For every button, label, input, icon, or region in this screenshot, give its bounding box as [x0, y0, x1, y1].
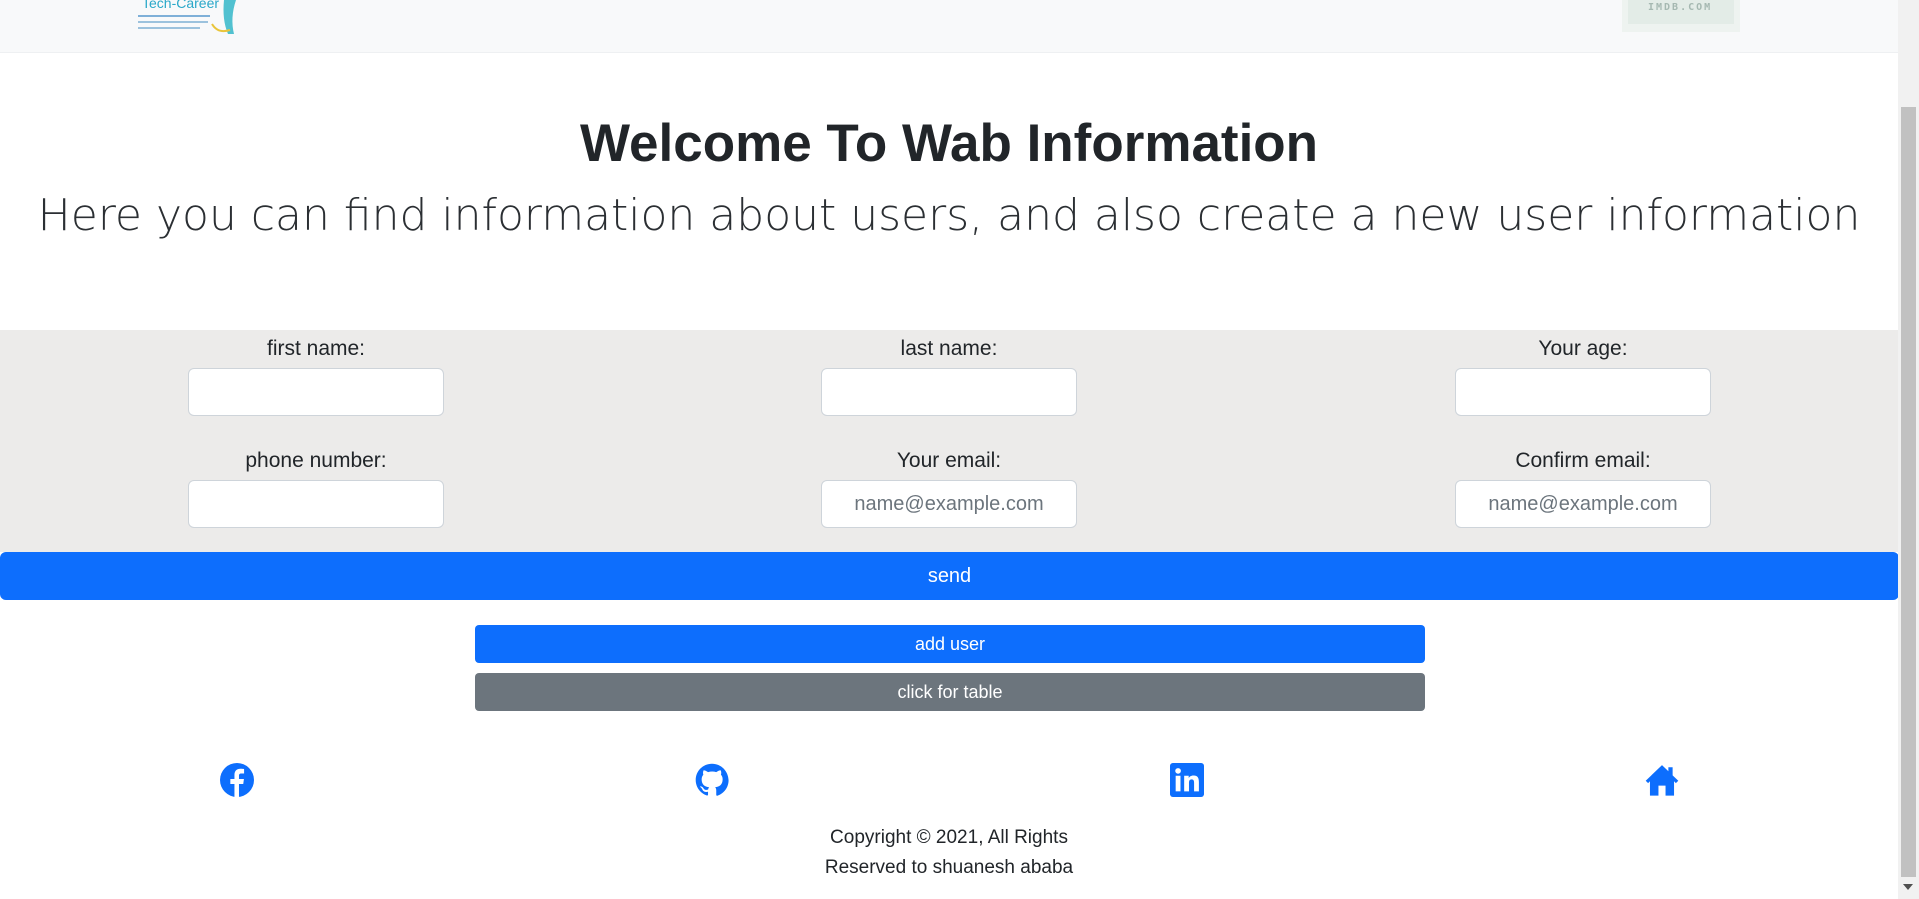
add-user-button[interactable]: add user — [475, 625, 1425, 663]
github-link[interactable] — [695, 763, 729, 797]
copyright: Copyright © 2021, All Rights Reserved to… — [0, 823, 1898, 883]
home-link[interactable] — [1645, 763, 1679, 797]
navbar: Tech-Career IMDB.COM — [0, 0, 1898, 53]
facebook-icon — [220, 763, 254, 797]
last-name-label: last name: — [900, 337, 998, 360]
email-label: Your email: — [896, 449, 1002, 472]
imdb-logo[interactable]: IMDB.COM — [1622, 0, 1740, 32]
user-form: first name: last name: Your age: phone n… — [0, 330, 1898, 552]
first-name-input[interactable] — [188, 368, 444, 416]
age-label: Your age: — [1538, 337, 1628, 360]
last-name-input[interactable] — [821, 368, 1077, 416]
page-title: Welcome To Wab Information — [579, 114, 1319, 173]
phone-group: phone number: — [188, 448, 444, 528]
svg-text:Tech-Career: Tech-Career — [142, 0, 219, 11]
linkedin-link[interactable] — [1170, 763, 1204, 797]
vertical-scrollbar[interactable] — [1898, 0, 1919, 899]
phone-input[interactable] — [188, 480, 444, 528]
copyright-line-1: Copyright © 2021, All Rights — [830, 827, 1068, 848]
phone-label: phone number: — [245, 449, 387, 472]
confirm-email-group: Confirm email: — [1455, 448, 1711, 528]
copyright-line-2: Reserved to shuanesh ababa — [824, 857, 1074, 878]
confirm-email-label: Confirm email: — [1515, 449, 1651, 472]
email-group: Your email: — [821, 448, 1077, 528]
tech-career-logo[interactable]: Tech-Career — [138, 0, 244, 36]
page: Tech-Career IMDB.COM Welcome To Wab Info… — [0, 0, 1899, 899]
age-group: Your age: — [1455, 336, 1711, 416]
scrollbar-thumb[interactable] — [1901, 107, 1916, 877]
confirm-email-input[interactable] — [1455, 480, 1711, 528]
email-input[interactable] — [821, 480, 1077, 528]
imdb-logo-text: IMDB.COM — [1648, 2, 1713, 13]
last-name-group: last name: — [821, 336, 1077, 416]
page-subtitle: Here you can find information about user… — [37, 190, 1861, 241]
github-icon — [695, 763, 729, 796]
first-name-label: first name: — [266, 337, 366, 360]
tech-career-logo-image: Tech-Career — [138, 0, 236, 34]
scroll-down-arrow-icon[interactable] — [1903, 884, 1913, 890]
send-button[interactable]: send — [0, 552, 1899, 600]
linkedin-icon — [1170, 763, 1204, 797]
facebook-link[interactable] — [220, 763, 254, 797]
age-input[interactable] — [1455, 368, 1711, 416]
table-button[interactable]: click for table — [475, 673, 1425, 711]
first-name-group: first name: — [188, 336, 444, 416]
home-icon — [1645, 765, 1679, 796]
